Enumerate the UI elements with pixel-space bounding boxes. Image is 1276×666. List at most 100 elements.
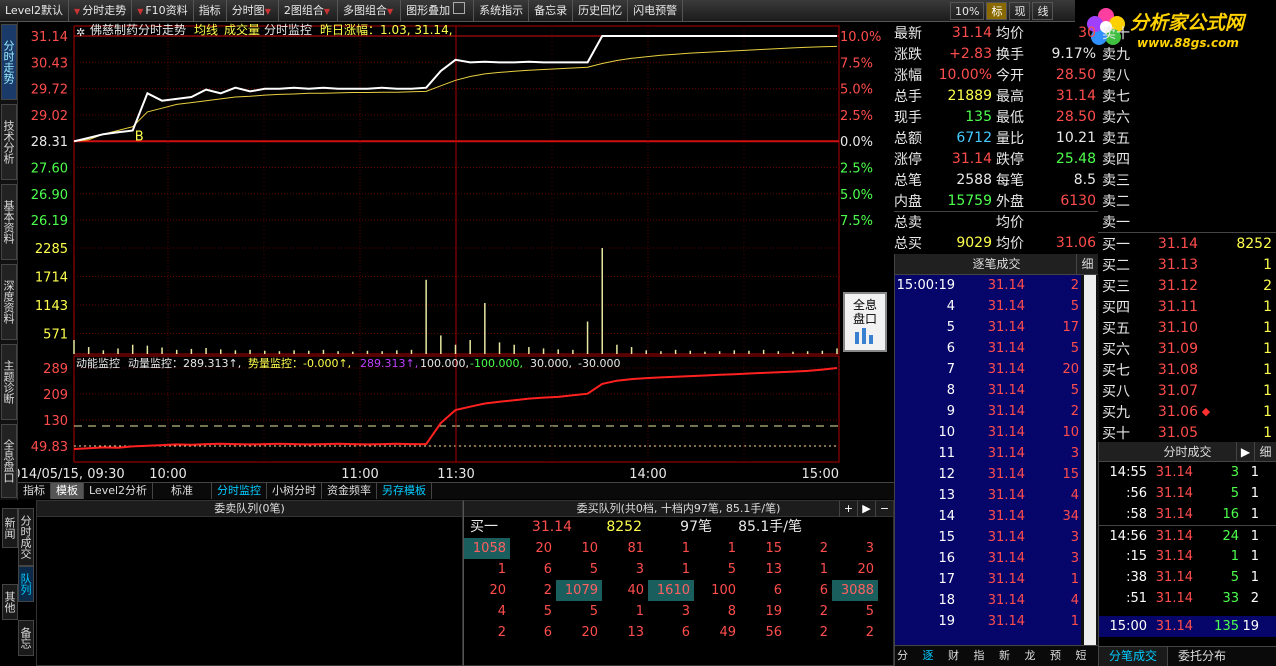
tab-monitor[interactable]: 分时监控 bbox=[212, 483, 268, 499]
ask-row[interactable]: 卖七 bbox=[1098, 85, 1276, 106]
menu-alert[interactable]: 闪电预警 bbox=[628, 0, 684, 22]
tick-foot-tab[interactable]: 逐笔 bbox=[921, 646, 947, 666]
tick-row[interactable]: 19 31.14 1 bbox=[895, 611, 1081, 632]
ask-row[interactable]: 卖二 bbox=[1098, 190, 1276, 211]
ask-row[interactable]: 卖六 bbox=[1098, 106, 1276, 127]
menu-history[interactable]: 历史回忆 bbox=[573, 0, 629, 22]
ask-row[interactable]: 卖一 bbox=[1098, 211, 1276, 232]
menu-f10[interactable]: ▼ F10资料 bbox=[132, 0, 194, 22]
ask-row[interactable]: 卖八 bbox=[1098, 64, 1276, 85]
tick-foot-tab[interactable]: 指数 bbox=[972, 646, 998, 666]
tab-save-template[interactable]: 另存模板 bbox=[377, 483, 433, 499]
plus-button[interactable]: + bbox=[839, 501, 857, 517]
bid-row[interactable]: 买三 31.12 2 bbox=[1098, 275, 1276, 296]
tab-standard2[interactable]: 标准 bbox=[153, 483, 213, 499]
tick-foot-tab[interactable]: 预警 bbox=[1048, 646, 1074, 666]
tick-row[interactable]: 11 31.14 3 bbox=[895, 443, 1081, 464]
tab-depth[interactable]: 深度资料 bbox=[1, 264, 17, 340]
chart-svg[interactable]: 31.14 10.0% 30.43 7.5% 29.72 5.0% 29.02 2.5% 28.… bbox=[4, 22, 894, 482]
tick-row[interactable]: 4 31.14 5 bbox=[895, 296, 1081, 317]
tick-row[interactable]: 15:00:19 31.14 2 bbox=[895, 275, 1081, 296]
tab-template[interactable]: 模板 bbox=[51, 483, 84, 499]
minute-detail-button[interactable]: 细 bbox=[1254, 442, 1276, 462]
tab-fenshi[interactable]: 分时走势 bbox=[1, 24, 17, 100]
minute-row[interactable]: :38 31.14 5 1 bbox=[1099, 567, 1276, 588]
minute-foot-tab[interactable]: 分笔成交 bbox=[1099, 647, 1169, 666]
menu-indicator[interactable]: 指标 bbox=[194, 0, 227, 22]
ask-row[interactable]: 卖三 bbox=[1098, 169, 1276, 190]
play-icon[interactable]: ▶ bbox=[1236, 442, 1254, 462]
bid-row[interactable]: 买五 31.10 1 bbox=[1098, 317, 1276, 338]
tick-foot-tab[interactable]: 龙虎 bbox=[1023, 646, 1049, 666]
tick-row[interactable]: 12 31.14 15 bbox=[895, 464, 1081, 485]
tab-diagnose[interactable]: 主题诊断 bbox=[1, 344, 17, 420]
tick-row[interactable]: 15 31.14 3 bbox=[895, 527, 1081, 548]
tick-row[interactable]: 10 31.14 10 bbox=[895, 422, 1081, 443]
menu-chart[interactable]: 分时图▼ bbox=[227, 0, 279, 22]
bid-row[interactable]: 买六 31.09 1 bbox=[1098, 338, 1276, 359]
tick-row[interactable]: 16 31.14 3 bbox=[895, 548, 1081, 569]
tick-foot-tab[interactable]: 新闻 bbox=[997, 646, 1023, 666]
tab-fund-freq[interactable]: 资金频率 bbox=[322, 483, 378, 499]
tab-other[interactable]: 其他 bbox=[2, 584, 18, 620]
menu-fenshi[interactable]: ▼ 分时走势 bbox=[69, 0, 133, 22]
tick-row[interactable]: 7 31.14 20 bbox=[895, 359, 1081, 380]
menu-multichart[interactable]: 多图组合▼ bbox=[338, 0, 402, 22]
tick-detail-button[interactable]: 细 bbox=[1076, 254, 1098, 275]
intraday-chart[interactable]: 31.14 10.0% 30.43 7.5% 29.72 5.0% 29.02 2.5% 28.… bbox=[4, 22, 894, 482]
tick-list[interactable]: 15:00:19 31.14 2 4 31.14 5 5 31.14 17 6 31.14 5 7 31.… bbox=[895, 275, 1081, 645]
bid-row[interactable]: 买十 31.05 1 bbox=[1098, 422, 1276, 443]
bid-row[interactable]: 买九 31.06 ◆ 1 bbox=[1098, 401, 1276, 422]
tick-foot-tab[interactable]: 短线 bbox=[1074, 646, 1100, 666]
tick-row[interactable]: 17 31.14 1 bbox=[895, 569, 1081, 590]
menu-level2[interactable]: Level2默认 bbox=[0, 0, 70, 22]
menu-system[interactable]: 系统指示 bbox=[474, 0, 530, 22]
tick-row[interactable]: 13 31.14 4 bbox=[895, 485, 1081, 506]
tab-minute-trade[interactable]: 分时成交 bbox=[18, 508, 34, 566]
tab-basic[interactable]: 基本资料 bbox=[1, 184, 17, 260]
tick-foot-tab[interactable]: 分笔 bbox=[895, 646, 921, 666]
tab-current[interactable]: 现 bbox=[1009, 2, 1031, 20]
bid-row[interactable]: 买二 31.13 1 bbox=[1098, 254, 1276, 275]
gear-icon[interactable]: ✲ bbox=[76, 26, 85, 39]
play-button[interactable]: ▶ bbox=[857, 501, 875, 517]
minute-row[interactable]: :15 31.14 1 1 bbox=[1099, 546, 1276, 567]
menu-overlay[interactable]: 图形叠加 bbox=[401, 0, 475, 22]
bid-row[interactable]: 买八 31.07 1 bbox=[1098, 380, 1276, 401]
ask-row[interactable]: 卖十 bbox=[1098, 22, 1276, 43]
full-quote-button[interactable]: 全息 盘口 bbox=[843, 292, 887, 352]
minute-row[interactable]: :58 31.14 16 1 bbox=[1099, 504, 1276, 525]
menu-2chart[interactable]: 2图组合▼ bbox=[279, 0, 338, 22]
minute-row[interactable]: 15:00 31.14 135 19 bbox=[1099, 616, 1276, 637]
ask-row[interactable]: 卖五 bbox=[1098, 127, 1276, 148]
tab-level2[interactable]: Level2分析 bbox=[84, 483, 154, 499]
minute-row[interactable]: :56 31.14 5 1 bbox=[1099, 483, 1276, 504]
tick-row[interactable]: 14 31.14 34 bbox=[895, 506, 1081, 527]
minute-row[interactable]: :51 31.14 33 2 bbox=[1099, 588, 1276, 609]
ask-row[interactable]: 卖四 bbox=[1098, 148, 1276, 169]
ask-row[interactable]: 卖九 bbox=[1098, 43, 1276, 64]
tick-row[interactable]: 9 31.14 2 bbox=[895, 401, 1081, 422]
tab-indicator[interactable]: 指标 bbox=[18, 483, 51, 499]
tick-row[interactable]: 6 31.14 5 bbox=[895, 338, 1081, 359]
tab-standard[interactable]: 标 bbox=[986, 2, 1008, 20]
tab-fullinfo[interactable]: 全息盘口 bbox=[1, 424, 17, 498]
tab-tech[interactable]: 技术分析 bbox=[1, 104, 17, 180]
scroll-thumb[interactable] bbox=[1084, 275, 1096, 645]
bid-row[interactable]: 买四 31.11 1 bbox=[1098, 296, 1276, 317]
tick-row[interactable]: 5 31.14 17 bbox=[895, 317, 1081, 338]
tab-small-tree[interactable]: 小树分时 bbox=[267, 483, 323, 499]
minus-button[interactable]: − bbox=[875, 501, 893, 517]
minute-row[interactable]: 14:55 31.14 3 1 bbox=[1099, 462, 1276, 483]
bid-row[interactable]: 买一 31.14 8252 bbox=[1098, 233, 1276, 254]
tick-foot-tab[interactable]: 财务 bbox=[946, 646, 972, 666]
minute-foot-tab[interactable]: 委托分布 bbox=[1168, 647, 1236, 666]
tab-10pct[interactable]: 10% bbox=[950, 2, 985, 20]
tab-queue[interactable]: 队列 bbox=[18, 566, 34, 602]
minute-row[interactable]: 14:56 31.14 24 1 bbox=[1099, 525, 1276, 546]
tab-line[interactable]: 线 bbox=[1032, 2, 1054, 20]
tab-memo[interactable]: 备忘 bbox=[18, 620, 34, 656]
tick-row[interactable]: 8 31.14 5 bbox=[895, 380, 1081, 401]
tick-row[interactable]: 18 31.14 4 bbox=[895, 590, 1081, 611]
tick-scrollbar[interactable] bbox=[1081, 275, 1099, 645]
